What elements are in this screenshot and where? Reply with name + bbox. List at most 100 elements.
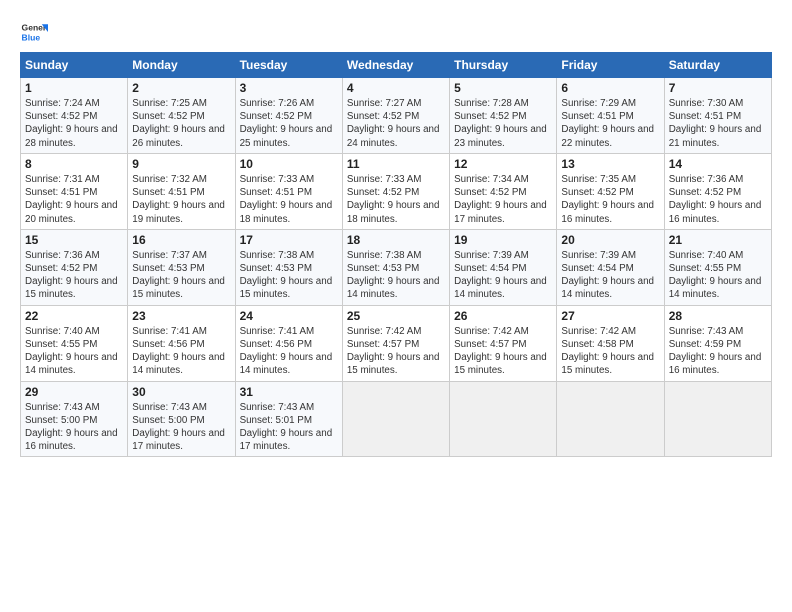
day-number: 18 — [347, 233, 445, 247]
day-info: Sunrise: 7:41 AMSunset: 4:56 PMDaylight:… — [240, 326, 333, 377]
day-info: Sunrise: 7:36 AMSunset: 4:52 PMDaylight:… — [669, 174, 762, 225]
day-info: Sunrise: 7:34 AMSunset: 4:52 PMDaylight:… — [454, 174, 547, 225]
calendar-cell: 21 Sunrise: 7:40 AMSunset: 4:55 PMDaylig… — [664, 229, 771, 305]
calendar-cell: 17 Sunrise: 7:38 AMSunset: 4:53 PMDaylig… — [235, 229, 342, 305]
day-info: Sunrise: 7:39 AMSunset: 4:54 PMDaylight:… — [454, 250, 547, 301]
page: General Blue SundayMondayTuesdayWednesda… — [0, 0, 792, 612]
weekday-header-tuesday: Tuesday — [235, 53, 342, 78]
day-info: Sunrise: 7:37 AMSunset: 4:53 PMDaylight:… — [132, 250, 225, 301]
day-number: 20 — [561, 233, 659, 247]
calendar-cell: 8 Sunrise: 7:31 AMSunset: 4:51 PMDayligh… — [21, 153, 128, 229]
day-info: Sunrise: 7:32 AMSunset: 4:51 PMDaylight:… — [132, 174, 225, 225]
calendar-cell: 12 Sunrise: 7:34 AMSunset: 4:52 PMDaylig… — [450, 153, 557, 229]
calendar-cell: 26 Sunrise: 7:42 AMSunset: 4:57 PMDaylig… — [450, 305, 557, 381]
logo: General Blue — [20, 18, 48, 46]
day-number: 5 — [454, 81, 552, 95]
calendar-cell: 20 Sunrise: 7:39 AMSunset: 4:54 PMDaylig… — [557, 229, 664, 305]
day-number: 27 — [561, 309, 659, 323]
day-number: 14 — [669, 157, 767, 171]
day-number: 1 — [25, 81, 123, 95]
day-number: 15 — [25, 233, 123, 247]
day-number: 16 — [132, 233, 230, 247]
day-info: Sunrise: 7:43 AMSunset: 5:00 PMDaylight:… — [132, 402, 225, 453]
calendar-cell: 10 Sunrise: 7:33 AMSunset: 4:51 PMDaylig… — [235, 153, 342, 229]
calendar-week-4: 22 Sunrise: 7:40 AMSunset: 4:55 PMDaylig… — [21, 305, 772, 381]
calendar-cell: 19 Sunrise: 7:39 AMSunset: 4:54 PMDaylig… — [450, 229, 557, 305]
calendar-cell: 25 Sunrise: 7:42 AMSunset: 4:57 PMDaylig… — [342, 305, 449, 381]
calendar-week-1: 1 Sunrise: 7:24 AMSunset: 4:52 PMDayligh… — [21, 78, 772, 154]
calendar-cell: 18 Sunrise: 7:38 AMSunset: 4:53 PMDaylig… — [342, 229, 449, 305]
day-number: 22 — [25, 309, 123, 323]
day-info: Sunrise: 7:25 AMSunset: 4:52 PMDaylight:… — [132, 98, 225, 149]
calendar-cell: 2 Sunrise: 7:25 AMSunset: 4:52 PMDayligh… — [128, 78, 235, 154]
calendar-cell: 16 Sunrise: 7:37 AMSunset: 4:53 PMDaylig… — [128, 229, 235, 305]
day-number: 12 — [454, 157, 552, 171]
day-info: Sunrise: 7:39 AMSunset: 4:54 PMDaylight:… — [561, 250, 654, 301]
day-info: Sunrise: 7:38 AMSunset: 4:53 PMDaylight:… — [347, 250, 440, 301]
day-number: 9 — [132, 157, 230, 171]
day-info: Sunrise: 7:41 AMSunset: 4:56 PMDaylight:… — [132, 326, 225, 377]
calendar-week-5: 29 Sunrise: 7:43 AMSunset: 5:00 PMDaylig… — [21, 381, 772, 457]
day-info: Sunrise: 7:38 AMSunset: 4:53 PMDaylight:… — [240, 250, 333, 301]
day-number: 17 — [240, 233, 338, 247]
calendar-cell: 22 Sunrise: 7:40 AMSunset: 4:55 PMDaylig… — [21, 305, 128, 381]
day-number: 21 — [669, 233, 767, 247]
day-number: 26 — [454, 309, 552, 323]
calendar-cell: 6 Sunrise: 7:29 AMSunset: 4:51 PMDayligh… — [557, 78, 664, 154]
weekday-header-row: SundayMondayTuesdayWednesdayThursdayFrid… — [21, 53, 772, 78]
day-number: 31 — [240, 385, 338, 399]
day-info: Sunrise: 7:42 AMSunset: 4:58 PMDaylight:… — [561, 326, 654, 377]
weekday-header-monday: Monday — [128, 53, 235, 78]
day-info: Sunrise: 7:31 AMSunset: 4:51 PMDaylight:… — [25, 174, 118, 225]
day-number: 23 — [132, 309, 230, 323]
day-number: 30 — [132, 385, 230, 399]
day-info: Sunrise: 7:35 AMSunset: 4:52 PMDaylight:… — [561, 174, 654, 225]
calendar-cell — [342, 381, 449, 457]
calendar-cell: 1 Sunrise: 7:24 AMSunset: 4:52 PMDayligh… — [21, 78, 128, 154]
day-info: Sunrise: 7:42 AMSunset: 4:57 PMDaylight:… — [454, 326, 547, 377]
weekday-header-wednesday: Wednesday — [342, 53, 449, 78]
svg-text:General: General — [22, 22, 48, 32]
day-info: Sunrise: 7:40 AMSunset: 4:55 PMDaylight:… — [25, 326, 118, 377]
day-number: 28 — [669, 309, 767, 323]
calendar-cell: 27 Sunrise: 7:42 AMSunset: 4:58 PMDaylig… — [557, 305, 664, 381]
day-info: Sunrise: 7:42 AMSunset: 4:57 PMDaylight:… — [347, 326, 440, 377]
calendar-cell: 11 Sunrise: 7:33 AMSunset: 4:52 PMDaylig… — [342, 153, 449, 229]
calendar-cell: 4 Sunrise: 7:27 AMSunset: 4:52 PMDayligh… — [342, 78, 449, 154]
calendar-cell — [557, 381, 664, 457]
calendar-cell: 3 Sunrise: 7:26 AMSunset: 4:52 PMDayligh… — [235, 78, 342, 154]
day-info: Sunrise: 7:29 AMSunset: 4:51 PMDaylight:… — [561, 98, 654, 149]
day-number: 13 — [561, 157, 659, 171]
day-number: 3 — [240, 81, 338, 95]
header: General Blue — [20, 18, 772, 46]
calendar-table: SundayMondayTuesdayWednesdayThursdayFrid… — [20, 52, 772, 457]
calendar-cell: 28 Sunrise: 7:43 AMSunset: 4:59 PMDaylig… — [664, 305, 771, 381]
day-number: 19 — [454, 233, 552, 247]
calendar-week-3: 15 Sunrise: 7:36 AMSunset: 4:52 PMDaylig… — [21, 229, 772, 305]
calendar-cell — [450, 381, 557, 457]
calendar-cell: 29 Sunrise: 7:43 AMSunset: 5:00 PMDaylig… — [21, 381, 128, 457]
day-info: Sunrise: 7:43 AMSunset: 5:01 PMDaylight:… — [240, 402, 333, 453]
day-info: Sunrise: 7:43 AMSunset: 4:59 PMDaylight:… — [669, 326, 762, 377]
calendar-week-2: 8 Sunrise: 7:31 AMSunset: 4:51 PMDayligh… — [21, 153, 772, 229]
day-number: 8 — [25, 157, 123, 171]
calendar-cell: 7 Sunrise: 7:30 AMSunset: 4:51 PMDayligh… — [664, 78, 771, 154]
day-number: 2 — [132, 81, 230, 95]
calendar-cell: 23 Sunrise: 7:41 AMSunset: 4:56 PMDaylig… — [128, 305, 235, 381]
calendar-cell — [664, 381, 771, 457]
day-info: Sunrise: 7:40 AMSunset: 4:55 PMDaylight:… — [669, 250, 762, 301]
weekday-header-sunday: Sunday — [21, 53, 128, 78]
calendar-cell: 9 Sunrise: 7:32 AMSunset: 4:51 PMDayligh… — [128, 153, 235, 229]
weekday-header-thursday: Thursday — [450, 53, 557, 78]
calendar-cell: 5 Sunrise: 7:28 AMSunset: 4:52 PMDayligh… — [450, 78, 557, 154]
day-info: Sunrise: 7:30 AMSunset: 4:51 PMDaylight:… — [669, 98, 762, 149]
calendar-cell: 31 Sunrise: 7:43 AMSunset: 5:01 PMDaylig… — [235, 381, 342, 457]
day-number: 10 — [240, 157, 338, 171]
day-info: Sunrise: 7:36 AMSunset: 4:52 PMDaylight:… — [25, 250, 118, 301]
day-info: Sunrise: 7:43 AMSunset: 5:00 PMDaylight:… — [25, 402, 118, 453]
day-number: 6 — [561, 81, 659, 95]
calendar-cell: 13 Sunrise: 7:35 AMSunset: 4:52 PMDaylig… — [557, 153, 664, 229]
calendar-cell: 14 Sunrise: 7:36 AMSunset: 4:52 PMDaylig… — [664, 153, 771, 229]
weekday-header-friday: Friday — [557, 53, 664, 78]
day-number: 11 — [347, 157, 445, 171]
